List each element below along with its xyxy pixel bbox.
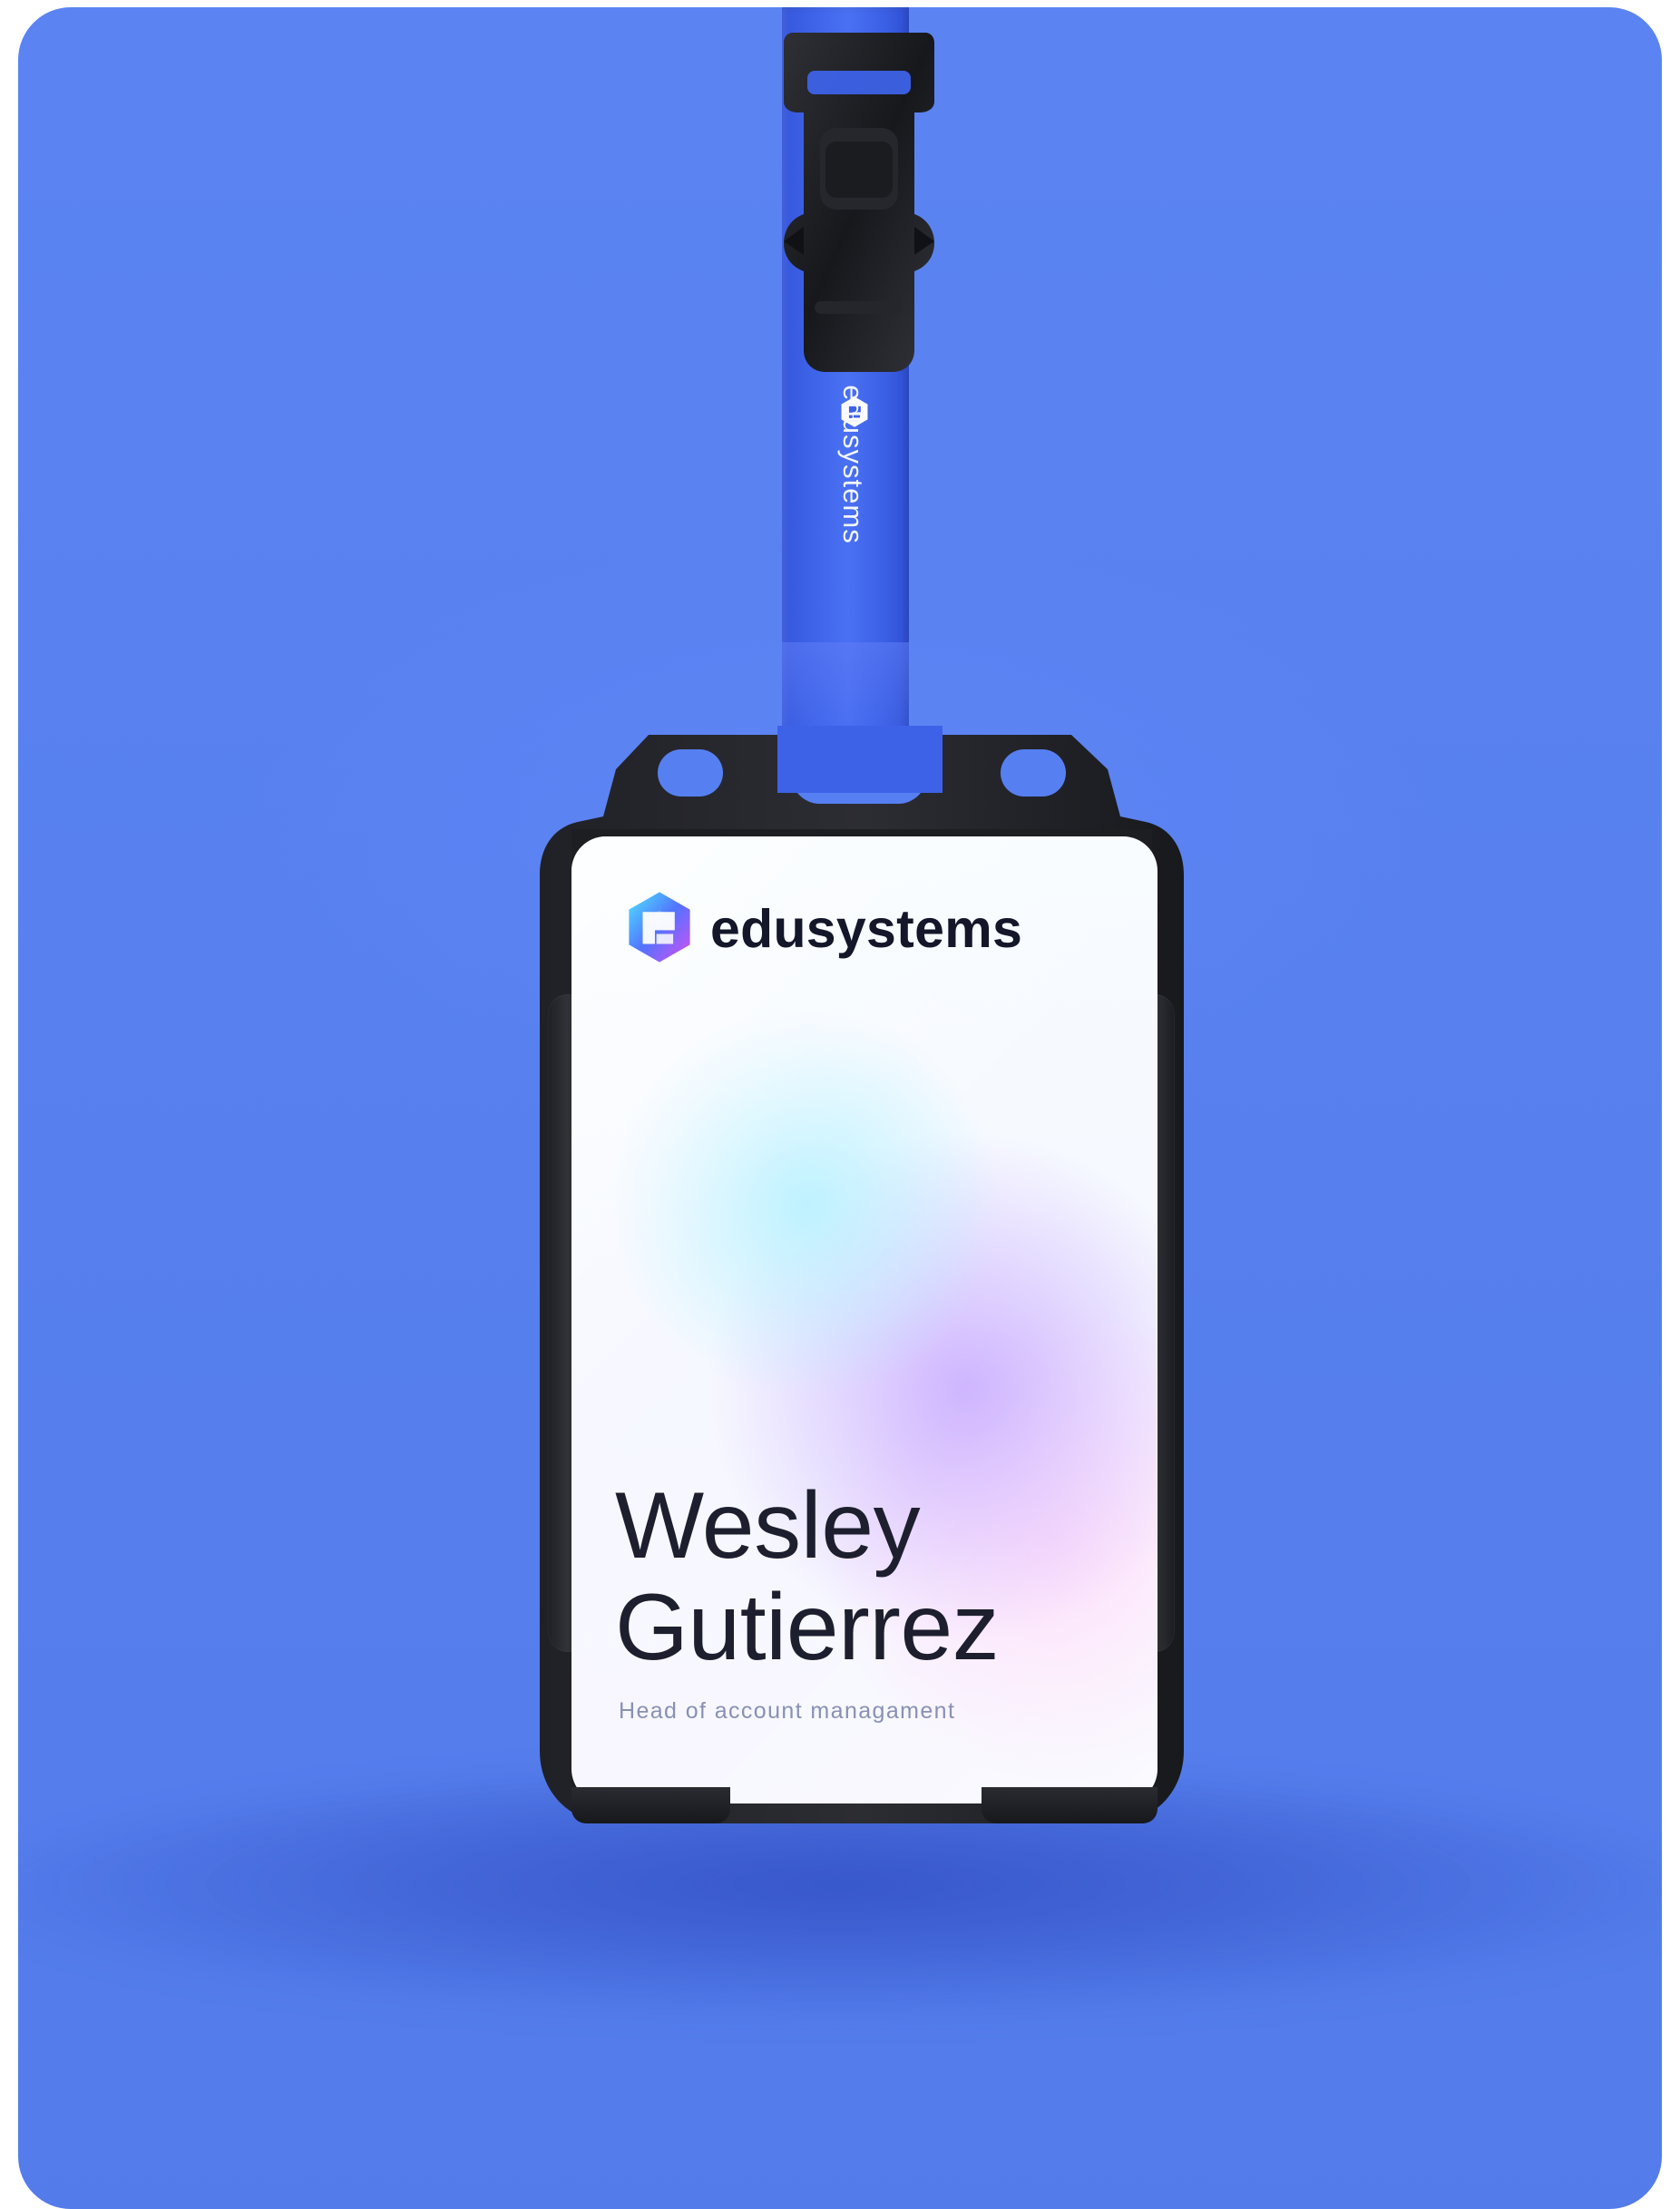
edusystems-logo-icon	[629, 892, 690, 963]
card-brand-text: edusystems	[710, 899, 1023, 959]
badge-holder-bottom-left-tab	[571, 1787, 730, 1823]
job-title: Head of account managament	[619, 1698, 956, 1724]
last-name: Gutierrez	[615, 1575, 1000, 1680]
badge-holder-bottom-right-tab	[982, 1787, 1157, 1823]
lanyard-buckle	[784, 33, 934, 372]
first-name: Wesley	[615, 1473, 921, 1579]
id-badge-scene: edusystems edusystems Wesley Gutierrez H…	[18, 7, 1662, 2209]
id-card: edusystems Wesley Gutierrez Head of acco…	[571, 836, 1157, 1803]
lanyard-brand-text: edusystems	[837, 385, 869, 544]
